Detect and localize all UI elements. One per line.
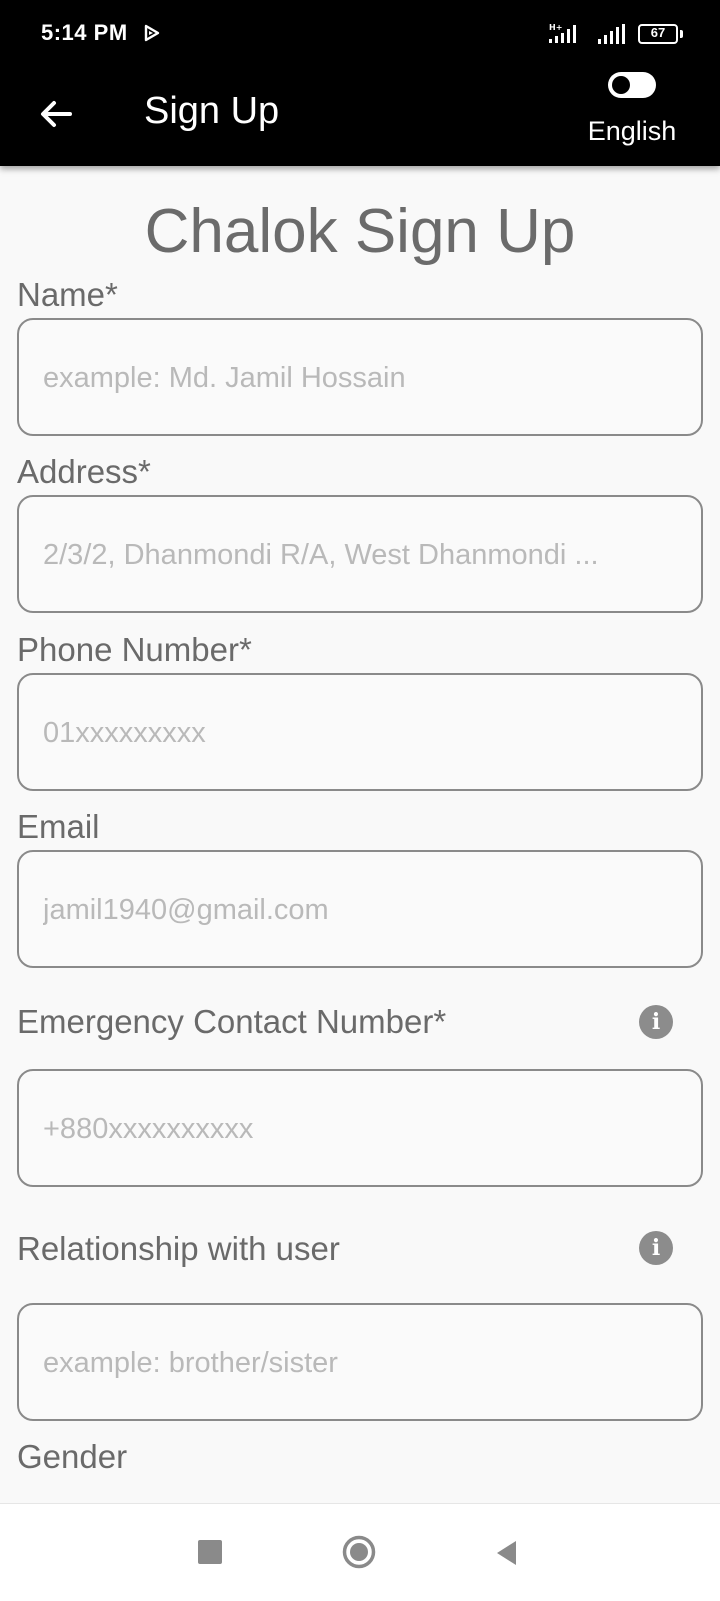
language-label: English <box>587 116 677 146</box>
gender-label: Gender <box>17 1438 128 1475</box>
info-icon[interactable]: i <box>639 1231 673 1265</box>
phone-label: Phone Number* <box>17 631 252 668</box>
address-label: Address* <box>17 453 151 490</box>
email-input[interactable] <box>41 852 685 968</box>
address-field <box>17 495 703 613</box>
status-bar: 5:14 PM H+ 67 <box>0 0 720 68</box>
back-icon[interactable] <box>494 1539 518 1567</box>
signal-icon <box>598 24 625 44</box>
recent-apps-icon[interactable] <box>198 1540 222 1564</box>
svg-text:H+: H+ <box>549 23 562 32</box>
info-icon[interactable]: i <box>639 1005 673 1039</box>
address-input[interactable] <box>41 497 685 613</box>
page-title: Chalok Sign Up <box>144 197 576 266</box>
battery-level: 67 <box>650 25 666 40</box>
name-field <box>17 318 703 436</box>
relationship-label: Relationship with user <box>17 1230 340 1267</box>
system-nav-bar <box>0 1503 720 1601</box>
app-bar-title: Sign Up <box>144 90 280 132</box>
emergency-contact-input[interactable] <box>41 1071 685 1187</box>
media-play-icon <box>144 24 160 42</box>
name-label: Name* <box>17 276 118 313</box>
emergency-contact-label: Emergency Contact Number* <box>17 1003 447 1040</box>
toggle-switch-icon <box>612 76 630 94</box>
battery-nub <box>680 30 683 38</box>
phone-input[interactable] <box>41 675 685 791</box>
status-time: 5:14 PM <box>41 20 128 45</box>
relationship-field <box>17 1303 703 1421</box>
name-input[interactable] <box>41 320 685 436</box>
phone-field <box>17 673 703 791</box>
language-toggle[interactable] <box>608 72 656 98</box>
emergency-contact-field <box>17 1069 703 1187</box>
relationship-input[interactable] <box>41 1305 685 1421</box>
back-arrow-icon[interactable] <box>36 94 76 134</box>
home-icon[interactable] <box>342 1535 376 1569</box>
email-label: Email <box>17 808 100 845</box>
app-bar: Sign Up English <box>0 68 720 166</box>
signal-hplus-icon: H+ <box>549 23 576 43</box>
email-field <box>17 850 703 968</box>
